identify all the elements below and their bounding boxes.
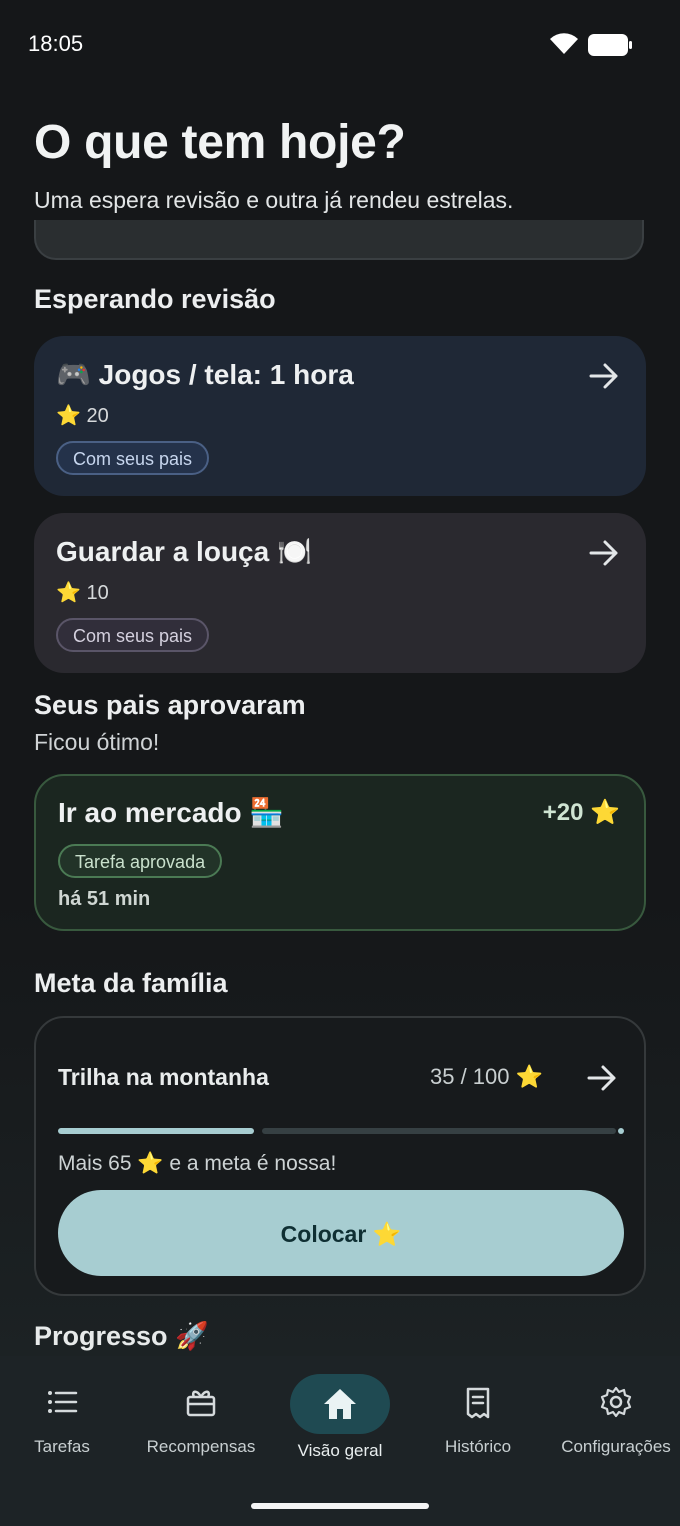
page-title: O que tem hoje? <box>34 116 406 169</box>
goal-name: Trilha na montanha <box>58 1064 269 1090</box>
goal-message: Mais 65 ⭐ e a meta é nossa! <box>58 1152 337 1175</box>
battery-icon <box>588 34 632 56</box>
approved-chip: Tarefa aprovada <box>58 844 223 878</box>
receipt-icon <box>466 1387 490 1419</box>
scrolled-card-edge <box>34 220 644 260</box>
arrow-right-icon[interactable] <box>588 360 620 392</box>
status-time: 18:05 <box>28 31 84 56</box>
nav-item-rewards[interactable]: Recompensas <box>141 1356 261 1466</box>
home-indicator <box>251 1503 429 1509</box>
approved-time: há 51 min <box>58 888 151 910</box>
nav-item-settings[interactable]: Configurações <box>556 1356 676 1466</box>
section-title-waiting: Esperando revisão <box>34 284 276 314</box>
approved-card-market[interactable]: Ir ao mercado 🏪 +20 ⭐ Tarefa aprovada há… <box>34 774 646 931</box>
section-subtitle-approved: Ficou ótimo! <box>34 729 160 755</box>
nav-item-overview[interactable]: Visão geral <box>285 1356 395 1466</box>
arrow-right-icon[interactable] <box>588 537 620 569</box>
task-card-dishes[interactable]: Guardar a louça 🍽️ ⭐ 10 Com seus pais <box>34 513 646 673</box>
page-subtitle: Uma espera revisão e outra já rendeu est… <box>34 187 514 213</box>
status-chip: Com seus pais <box>56 618 210 652</box>
status-bar: 18:05 <box>0 0 680 88</box>
task-stars: ⭐ 20 <box>56 405 109 427</box>
task-card-games[interactable]: 🎮 Jogos / tela: 1 hora ⭐ 20 Com seus pai… <box>34 336 646 496</box>
family-goal-card: Trilha na montanha 35 / 100 ⭐ Mais 65 ⭐ … <box>34 1016 646 1296</box>
section-title-approved: Seus pais aprovaram <box>34 690 306 720</box>
nav-item-history[interactable]: Histórico <box>428 1356 528 1466</box>
nav-label: Histórico <box>444 1437 512 1456</box>
goal-progress-text: 35 / 100 ⭐ <box>430 1064 544 1089</box>
section-title-progress: Progresso 🚀 <box>34 1318 209 1356</box>
gift-icon <box>186 1390 216 1417</box>
bottom-navigation: Tarefas Recompensas Visão geral Históric… <box>0 1356 680 1526</box>
progress-title-text: Progresso 🚀 <box>34 1321 209 1351</box>
nav-label: Tarefas <box>34 1437 90 1456</box>
home-icon <box>324 1389 356 1419</box>
nav-label: Configurações <box>561 1437 671 1456</box>
nav-item-tasks[interactable]: Tarefas <box>12 1356 112 1466</box>
task-stars: ⭐ 10 <box>56 582 109 604</box>
arrow-right-icon[interactable] <box>586 1062 618 1094</box>
gear-icon <box>600 1386 632 1418</box>
approved-task-title: Ir ao mercado 🏪 <box>58 797 285 828</box>
add-stars-button[interactable]: Colocar ⭐ <box>58 1190 624 1276</box>
goal-progress-end-dot <box>618 1128 624 1134</box>
goal-progress-track <box>262 1128 616 1134</box>
earned-points: +20 ⭐ <box>542 799 620 826</box>
status-chip: Com seus pais <box>56 441 210 475</box>
section-title-goal: Meta da família <box>34 968 228 998</box>
goal-progress-fill <box>58 1128 254 1134</box>
nav-label: Visão geral <box>297 1441 383 1460</box>
nav-label: Recompensas <box>146 1437 256 1456</box>
list-icon <box>48 1391 78 1413</box>
task-title: Guardar a louça 🍽️ <box>56 536 312 567</box>
wifi-icon <box>550 33 578 54</box>
task-title: 🎮 Jogos / tela: 1 hora <box>56 359 354 390</box>
